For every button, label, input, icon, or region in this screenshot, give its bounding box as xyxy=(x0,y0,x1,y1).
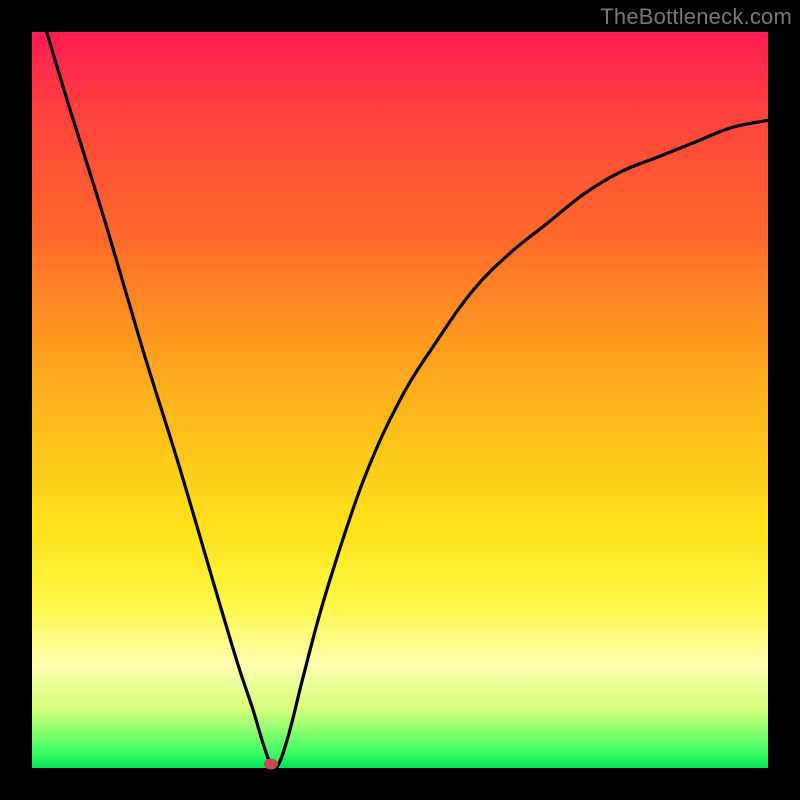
chart-frame: TheBottleneck.com xyxy=(0,0,800,800)
watermark-label: TheBottleneck.com xyxy=(600,4,792,30)
chart-plot-area xyxy=(32,32,768,768)
bottleneck-curve xyxy=(32,32,768,768)
minimum-marker xyxy=(264,759,278,770)
